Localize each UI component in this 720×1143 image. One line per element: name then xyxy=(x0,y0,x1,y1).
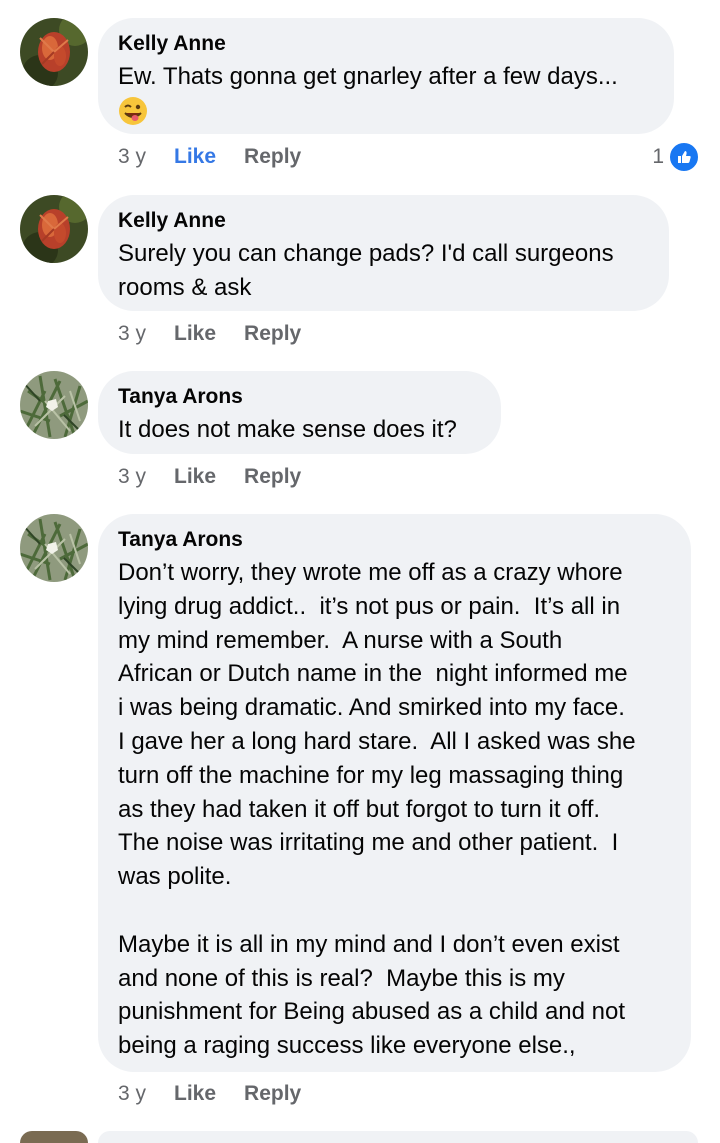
avatar-grass-photo xyxy=(20,371,88,439)
reaction-count: 1 xyxy=(652,145,664,168)
comment-author[interactable]: Kelly Anne xyxy=(118,32,654,56)
thumbs-up-icon xyxy=(668,141,700,173)
avatar-grass-photo xyxy=(20,514,88,582)
avatar[interactable] xyxy=(20,514,88,582)
comment-text: Surely you can change pads? I'd call sur… xyxy=(118,240,614,301)
comment-bubble: Tanya Arons Don’t worry, they wrote me o… xyxy=(98,514,691,1072)
comment-actions: 3 y Like Reply xyxy=(118,145,301,169)
comment-actions: 3 y Like Reply xyxy=(118,322,301,346)
like-button[interactable]: Like xyxy=(174,465,216,489)
comment-timestamp[interactable]: 3 y xyxy=(118,1082,146,1106)
reply-button[interactable]: Reply xyxy=(244,145,301,169)
like-button[interactable]: Like xyxy=(174,145,216,169)
avatar[interactable] xyxy=(20,371,88,439)
avatar-flower-photo xyxy=(20,18,88,86)
reaction-summary[interactable]: 1 xyxy=(652,141,700,173)
avatar[interactable] xyxy=(20,18,88,86)
comment-text: It does not make sense does it? xyxy=(118,416,457,443)
comment-timestamp[interactable]: 3 y xyxy=(118,322,146,346)
winking-face-with-tongue-icon xyxy=(119,96,147,125)
comment-bubble: Kelly Anne Surely you can change pads? I… xyxy=(98,195,669,311)
comment-bubble: Tanya Arons It does not make sense does … xyxy=(98,371,501,454)
comment-bubble: Kelly Anne Ew. Thats gonna get gnarley a… xyxy=(98,18,674,134)
next-comment-bubble-edge xyxy=(98,1131,698,1143)
comment-author[interactable]: Kelly Anne xyxy=(118,209,649,233)
comment-actions: 3 y Like Reply xyxy=(118,1082,301,1106)
comment-author[interactable]: Tanya Arons xyxy=(118,528,671,552)
reply-button[interactable]: Reply xyxy=(244,465,301,489)
comment-timestamp[interactable]: 3 y xyxy=(118,465,146,489)
avatar-flower-photo xyxy=(20,195,88,263)
avatar[interactable] xyxy=(20,195,88,263)
comment-text: Don’t worry, they wrote me off as a craz… xyxy=(118,559,636,1060)
comment-author[interactable]: Tanya Arons xyxy=(118,385,481,409)
comment-timestamp[interactable]: 3 y xyxy=(118,145,146,169)
like-button[interactable]: Like xyxy=(174,1082,216,1106)
reply-button[interactable]: Reply xyxy=(244,322,301,346)
like-button[interactable]: Like xyxy=(174,322,216,346)
comment-actions: 3 y Like Reply xyxy=(118,465,301,489)
next-comment-avatar-edge xyxy=(20,1131,88,1143)
reply-button[interactable]: Reply xyxy=(244,1082,301,1106)
comment-text: Ew. Thats gonna get gnarley after a few … xyxy=(118,63,618,90)
